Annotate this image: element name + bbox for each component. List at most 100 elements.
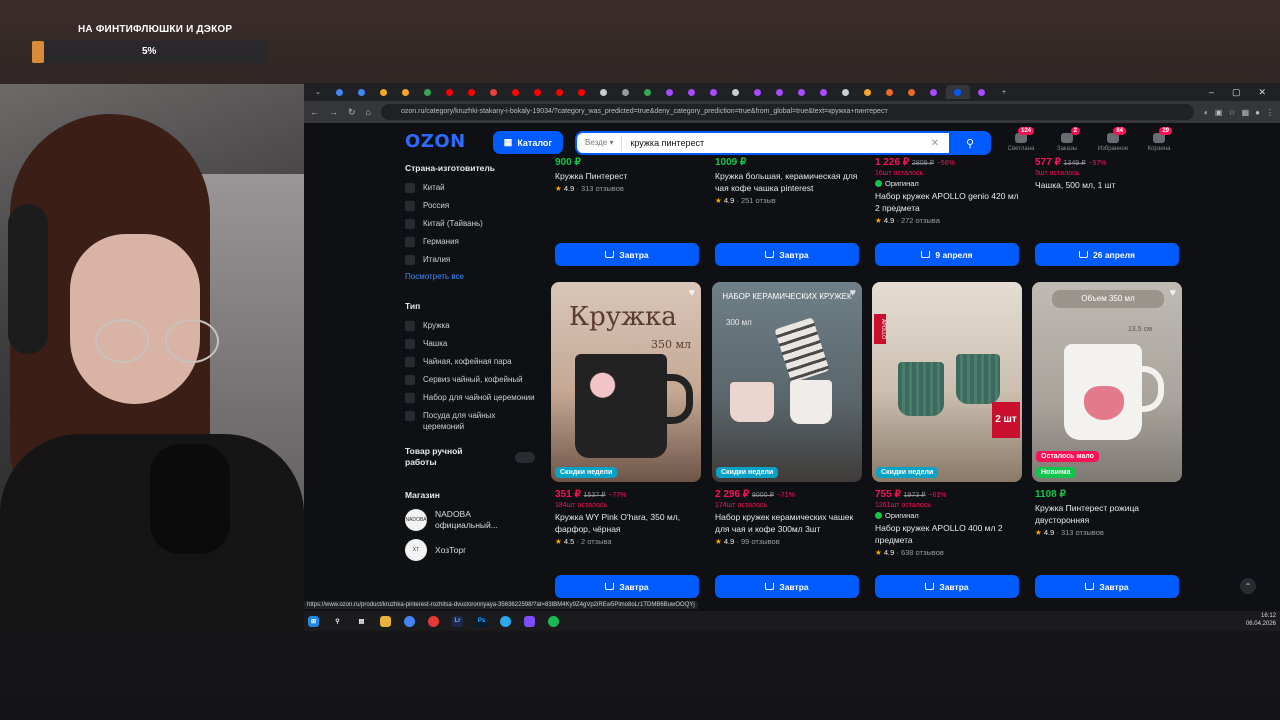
- product-card[interactable]: 755 ₽ 1973 ₽ −61% 1261шт осталось Оригин…: [875, 489, 1025, 557]
- browser-tab[interactable]: [972, 85, 992, 99]
- tab-list-button[interactable]: ⌄: [308, 85, 328, 99]
- product-image[interactable]: Кружка 350 мл ♥ Скидки недели: [551, 282, 701, 482]
- product-name[interactable]: Набор кружек APOLLO genio 420 мл 2 предм…: [875, 190, 1025, 214]
- profile-button[interactable]: 124 Светлана: [1004, 127, 1038, 152]
- browser-tab[interactable]: [418, 85, 438, 99]
- reload-icon[interactable]: ↻: [348, 107, 356, 118]
- delivery-button[interactable]: Завтра: [715, 243, 859, 266]
- browser-tab[interactable]: [572, 85, 592, 99]
- close-icon[interactable]: ✕: [1258, 87, 1266, 98]
- browser-tab[interactable]: [792, 85, 812, 99]
- filter-type-ceremony-set[interactable]: Набор для чайной церемонии: [405, 392, 535, 403]
- orders-button[interactable]: 2 Заказы: [1050, 127, 1084, 152]
- browser-tab[interactable]: [396, 85, 416, 99]
- checkbox[interactable]: [405, 237, 415, 247]
- product-card[interactable]: 2 296 ₽ 8000 ₽ −71% 174шт осталось Набор…: [715, 489, 865, 546]
- filter-type-ceremony-ware[interactable]: Посуда для чайных церемоний: [405, 410, 535, 432]
- browser-tab[interactable]: [462, 85, 482, 99]
- catalog-button[interactable]: ▦ Каталог: [493, 131, 563, 154]
- browser-tab[interactable]: [682, 85, 702, 99]
- browser-tab-active[interactable]: [946, 85, 970, 99]
- product-image[interactable]: НАБОР КЕРАМИЧЕСКИХ КРУЖЕК 300 мл ♥ Скидк…: [712, 282, 862, 482]
- browser-tab[interactable]: [748, 85, 768, 99]
- search-icon[interactable]: ⚲: [332, 616, 343, 627]
- browser-tab[interactable]: [440, 85, 460, 99]
- product-image[interactable]: APOLLO 2 шт Скидки недели: [872, 282, 1022, 482]
- app-icon[interactable]: [524, 615, 535, 627]
- ozon-logo[interactable]: OZON: [405, 131, 466, 152]
- photoshop-icon[interactable]: Ps: [476, 615, 487, 627]
- clear-search-icon[interactable]: ✕: [931, 138, 949, 149]
- search-button[interactable]: ⚲: [949, 131, 991, 155]
- filter-type-mug[interactable]: Кружка: [405, 320, 535, 331]
- delivery-button[interactable]: 26 апреля: [1035, 243, 1179, 266]
- file-explorer-icon[interactable]: [380, 615, 391, 627]
- forward-icon[interactable]: →: [329, 107, 338, 117]
- browser-tab[interactable]: [770, 85, 790, 99]
- delivery-button[interactable]: Завтра: [1035, 575, 1179, 598]
- search-input[interactable]: кружка пинтерест: [622, 138, 930, 148]
- filter-shop-nadoba[interactable]: NADOBA NADOBA официальный...: [405, 509, 535, 531]
- extension-icon[interactable]: ▦: [1242, 108, 1250, 117]
- lightroom-icon[interactable]: Lr: [452, 615, 463, 627]
- checkbox[interactable]: [405, 321, 415, 331]
- windows-start-icon[interactable]: ⊞: [308, 615, 319, 627]
- product-card[interactable]: 351 ₽ 1537 ₽ −77% 184шт осталось Кружка …: [555, 489, 705, 546]
- checkbox[interactable]: [405, 375, 415, 385]
- delivery-button[interactable]: Завтра: [715, 575, 859, 598]
- browser-tab[interactable]: [506, 85, 526, 99]
- product-name[interactable]: Кружка WY Pink O'hara, 350 мл, фарфор, ч…: [555, 511, 705, 535]
- search-scope-select[interactable]: Везде ▾: [577, 136, 623, 150]
- checkbox[interactable]: [405, 357, 415, 367]
- browser-tab[interactable]: [374, 85, 394, 99]
- delivery-button[interactable]: Завтра: [875, 575, 1019, 598]
- browser-tab[interactable]: [858, 85, 878, 99]
- extension-icon[interactable]: ◐: [1204, 108, 1209, 117]
- browser-tab[interactable]: [880, 85, 900, 99]
- filter-country-russia[interactable]: Россия: [405, 200, 535, 211]
- browser-tab[interactable]: [704, 85, 724, 99]
- delivery-button[interactable]: Завтра: [555, 575, 699, 598]
- back-icon[interactable]: ←: [310, 107, 319, 117]
- browser-tab[interactable]: [616, 85, 636, 99]
- product-card[interactable]: 900 ₽ Кружка Пинтерест ★ 4.9 · 313 отзыв…: [555, 157, 705, 193]
- filter-country-taiwan[interactable]: Китай (Тайвань): [405, 218, 535, 229]
- checkbox[interactable]: [405, 411, 415, 421]
- maximize-icon[interactable]: ▢: [1232, 87, 1241, 98]
- checkbox[interactable]: [405, 255, 415, 265]
- product-name[interactable]: Чашка, 500 мл, 1 шт: [1035, 179, 1185, 191]
- chrome-icon[interactable]: [404, 615, 415, 627]
- handmade-toggle[interactable]: [515, 452, 535, 463]
- product-image[interactable]: Объем 350 мл 13.5 см ♥ Осталось мало Нов…: [1032, 282, 1182, 482]
- filter-shop-hoztorg[interactable]: ХТ ХозТорг: [405, 539, 535, 561]
- home-icon[interactable]: ⌂: [366, 107, 371, 117]
- checkbox[interactable]: [405, 219, 415, 229]
- filter-type-tea-pair[interactable]: Чайная, кофейная пара: [405, 356, 535, 367]
- extension-icon[interactable]: ☆: [1228, 108, 1235, 117]
- browser-tab[interactable]: [352, 85, 372, 99]
- obs-icon[interactable]: [428, 615, 439, 627]
- spotify-icon[interactable]: [548, 615, 559, 627]
- telegram-icon[interactable]: [500, 615, 511, 627]
- product-name[interactable]: Кружка Пинтерест: [555, 170, 705, 182]
- checkbox[interactable]: [405, 339, 415, 349]
- browser-tab[interactable]: [594, 85, 614, 99]
- minimize-icon[interactable]: –: [1209, 87, 1214, 98]
- browser-tab[interactable]: [902, 85, 922, 99]
- filter-country-china[interactable]: Китай: [405, 182, 535, 193]
- cart-button[interactable]: 29 Корзина: [1142, 127, 1176, 152]
- url-field[interactable]: ozon.ru/category/kruzhki-stakany-i-bokal…: [380, 104, 1195, 120]
- profile-icon[interactable]: ●: [1255, 108, 1260, 117]
- checkbox[interactable]: [405, 393, 415, 403]
- favorite-heart-icon[interactable]: ♥: [688, 287, 695, 299]
- filter-country-italy[interactable]: Италия: [405, 254, 535, 265]
- filter-country-germany[interactable]: Германия: [405, 236, 535, 247]
- new-tab-button[interactable]: +: [994, 85, 1014, 99]
- scroll-to-top-button[interactable]: ⌃: [1240, 578, 1256, 594]
- product-name[interactable]: Набор кружек APOLLO 400 мл 2 предмета: [875, 522, 1025, 546]
- delivery-button[interactable]: 9 апреля: [875, 243, 1019, 266]
- favorite-heart-icon[interactable]: ♥: [1169, 287, 1176, 299]
- see-all-link[interactable]: Посмотреть все: [405, 272, 535, 281]
- browser-tab[interactable]: [484, 85, 504, 99]
- filter-type-cup[interactable]: Чашка: [405, 338, 535, 349]
